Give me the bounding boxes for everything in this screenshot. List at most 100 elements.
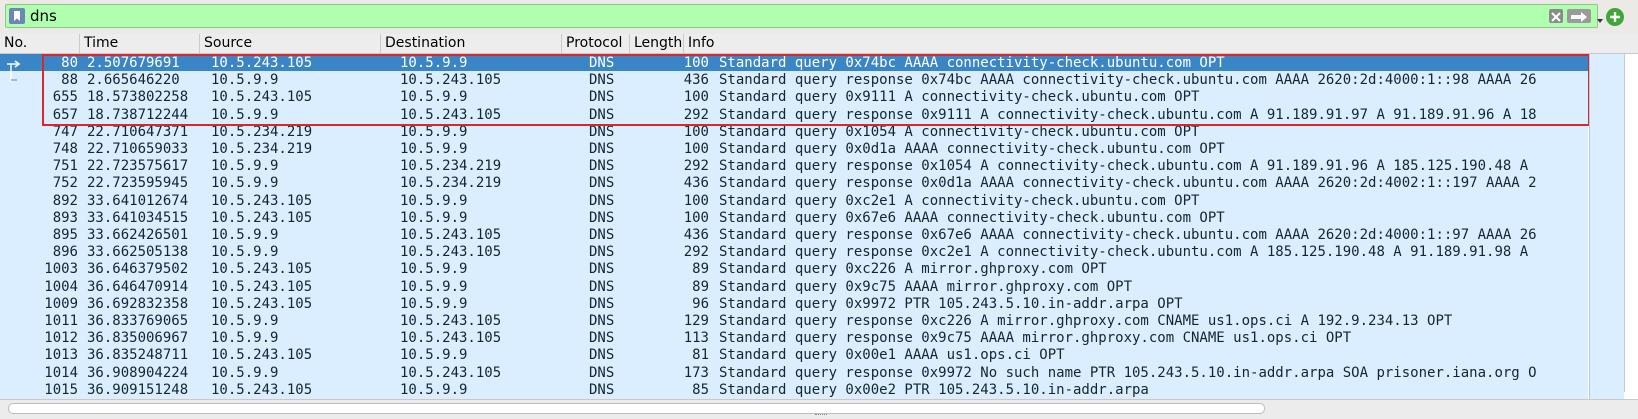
packet-cell-len: 100 bbox=[683, 192, 709, 209]
horizontal-scrollbar-thumb[interactable] bbox=[8, 403, 1265, 414]
packet-row[interactable]: 892 33.641012674 10.5.243.105 10.5.9.9 DNS 10… bbox=[0, 191, 1588, 210]
packet-row[interactable]: 80 2.507679691 10.5.243.105 10.5.9.9 DNS 100 S… bbox=[0, 54, 1588, 72]
column-header-source[interactable]: Source bbox=[200, 34, 381, 53]
packet-row[interactable]: 1012 36.835006967 10.5.9.9 10.5.243.105 DNS 1… bbox=[0, 329, 1588, 348]
packet-list: 80 2.507679691 10.5.243.105 10.5.9.9 DNS 100 S… bbox=[0, 54, 1588, 399]
column-header-length[interactable]: Length bbox=[630, 34, 684, 53]
packet-row[interactable]: 747 22.710647371 10.5.234.219 10.5.9.9 DNS 10… bbox=[0, 122, 1588, 141]
column-header-protocol[interactable]: Protocol bbox=[562, 34, 630, 53]
packet-cell-no: 1003 bbox=[44, 261, 78, 278]
packet-cell-src: 10.5.9.9 bbox=[211, 313, 279, 329]
vertical-scrollbar[interactable] bbox=[1624, 54, 1637, 392]
packet-cell-time: 36.909151248 bbox=[87, 381, 189, 398]
packet-cell-time: 36.835248711 bbox=[87, 347, 189, 364]
packet-cell-info: Standard query response 0xc226 A mirror.… bbox=[719, 313, 1453, 329]
packet-cell-src: 10.5.9.9 bbox=[211, 158, 279, 175]
packet-cell-src: 10.5.9.9 bbox=[211, 364, 279, 381]
packet-cell-time: 2.507679691 bbox=[87, 55, 180, 71]
packet-cell-dst: 10.5.9.9 bbox=[400, 123, 468, 140]
packet-row[interactable]: 1015 36.909151248 10.5.243.105 10.5.9.9 DNS 8… bbox=[0, 380, 1588, 399]
packet-cell-len: 96 bbox=[692, 295, 709, 312]
packet-cell-len: 292 bbox=[683, 244, 709, 261]
packet-cell-dst: 10.5.9.9 bbox=[400, 192, 468, 209]
packet-cell-len: 100 bbox=[683, 141, 709, 157]
packet-cell-proto: DNS bbox=[589, 278, 615, 295]
packet-row[interactable]: 748 22.710659033 10.5.234.219 10.5.9.9 DNS 10… bbox=[0, 140, 1588, 158]
clear-icon[interactable] bbox=[1549, 9, 1563, 23]
packet-cell-no: 1009 bbox=[44, 295, 78, 312]
pane-resize-grip[interactable] bbox=[815, 414, 827, 418]
packet-cell-src: 10.5.9.9 bbox=[211, 227, 279, 243]
display-filter-field[interactable] bbox=[5, 4, 1603, 28]
packet-cell-src: 10.5.243.105 bbox=[211, 89, 313, 106]
packet-row[interactable]: 1003 36.646379502 10.5.243.105 10.5.9.9 DNS 8… bbox=[0, 260, 1588, 279]
packet-cell-proto: DNS bbox=[589, 209, 615, 226]
packet-row[interactable]: 751 22.723575617 10.5.9.9 10.5.234.219 DNS 29… bbox=[0, 157, 1588, 176]
plus-icon[interactable] bbox=[1606, 8, 1624, 26]
packet-row[interactable]: 1009 36.692832358 10.5.243.105 10.5.9.9 DNS 9… bbox=[0, 294, 1588, 313]
packet-cell-no: 747 bbox=[52, 123, 78, 140]
packet-row[interactable]: 657 18.738712244 10.5.9.9 10.5.243.105 DNS 29… bbox=[0, 105, 1588, 124]
packet-cell-time: 36.692832358 bbox=[87, 295, 189, 312]
packet-cell-len: 173 bbox=[683, 364, 709, 381]
packet-cell-len: 436 bbox=[683, 227, 709, 243]
packet-row[interactable]: 655 18.573802258 10.5.243.105 10.5.9.9 DNS 10… bbox=[0, 88, 1588, 107]
packet-row[interactable]: 752 22.723595945 10.5.9.9 10.5.234.219 DNS 43… bbox=[0, 174, 1588, 193]
packet-cell-no: 896 bbox=[52, 244, 78, 261]
display-filter-input[interactable] bbox=[30, 7, 1530, 25]
packet-row[interactable]: 896 33.662505138 10.5.9.9 10.5.243.105 DNS 29… bbox=[0, 243, 1588, 262]
packet-cell-len: 292 bbox=[683, 158, 709, 175]
packet-cell-proto: DNS bbox=[589, 55, 615, 71]
packet-cell-time: 36.835006967 bbox=[87, 330, 189, 347]
packet-cell-info: Standard query response 0x67e6 AAAA conn… bbox=[719, 227, 1537, 243]
packet-cell-src: 10.5.243.105 bbox=[211, 192, 313, 209]
packet-cell-info: Standard query 0x9972 PTR 105.243.5.10.i… bbox=[719, 295, 1183, 312]
packet-row[interactable]: 1013 36.835248711 10.5.243.105 10.5.9.9 DNS 8… bbox=[0, 346, 1588, 365]
packet-row[interactable]: 895 33.662426501 10.5.9.9 10.5.243.105 DNS 43… bbox=[0, 226, 1588, 244]
packet-cell-src: 10.5.243.105 bbox=[211, 381, 313, 398]
column-header-no[interactable]: No. bbox=[0, 34, 80, 53]
packet-cell-len: 89 bbox=[692, 261, 709, 278]
packet-row[interactable]: 88 2.665646220 10.5.9.9 10.5.243.105 DNS 436 S… bbox=[0, 71, 1588, 90]
packet-cell-len: 129 bbox=[683, 313, 709, 329]
packet-cell-time: 18.738712244 bbox=[87, 106, 189, 123]
packet-cell-len: 100 bbox=[683, 123, 709, 140]
column-header-destination[interactable]: Destination bbox=[381, 34, 562, 53]
packet-cell-info: Standard query 0x0d1a AAAA connectivity-… bbox=[719, 141, 1225, 157]
packet-cell-info: Standard query 0x9c75 AAAA mirror.ghprox… bbox=[719, 278, 1133, 295]
packet-cell-proto: DNS bbox=[589, 381, 615, 398]
packet-cell-time: 22.723575617 bbox=[87, 158, 189, 175]
bookmark-icon[interactable] bbox=[9, 8, 25, 24]
packet-row[interactable]: 1014 36.908904224 10.5.9.9 10.5.243.105 DNS 1… bbox=[0, 363, 1588, 382]
packet-cell-proto: DNS bbox=[589, 192, 615, 209]
column-header-info[interactable]: Info bbox=[684, 34, 1638, 53]
packet-row[interactable]: 893 33.641034515 10.5.243.105 10.5.9.9 DNS 10… bbox=[0, 208, 1588, 227]
packet-cell-no: 1004 bbox=[44, 278, 78, 295]
packet-cell-src: 10.5.243.105 bbox=[211, 295, 313, 312]
chevron-down-icon[interactable] bbox=[1595, 11, 1605, 23]
packet-cell-dst: 10.5.243.105 bbox=[400, 106, 502, 123]
packet-cell-no: 893 bbox=[52, 209, 78, 226]
packet-cell-time: 33.662505138 bbox=[87, 244, 189, 261]
packet-cell-len: 436 bbox=[683, 72, 709, 89]
packet-cell-proto: DNS bbox=[589, 347, 615, 364]
packet-cell-proto: DNS bbox=[589, 141, 615, 157]
packet-cell-len: 113 bbox=[683, 330, 709, 347]
column-header-time[interactable]: Time bbox=[80, 34, 200, 53]
packet-cell-dst: 10.5.9.9 bbox=[400, 209, 468, 226]
packet-cell-info: Standard query 0xc226 A mirror.ghproxy.c… bbox=[719, 261, 1107, 278]
packet-cell-info: Standard query response 0xc2e1 A connect… bbox=[719, 244, 1529, 261]
packet-cell-proto: DNS bbox=[589, 72, 615, 89]
arrow-right-icon[interactable] bbox=[1567, 9, 1591, 23]
packet-cell-time: 36.646470914 bbox=[87, 278, 189, 295]
packet-row[interactable]: 1011 36.833769065 10.5.9.9 10.5.243.105 DNS 1… bbox=[0, 312, 1588, 330]
packet-cell-no: 748 bbox=[52, 141, 78, 157]
packet-row[interactable]: 1004 36.646470914 10.5.243.105 10.5.9.9 DNS 8… bbox=[0, 277, 1588, 296]
packet-cell-src: 10.5.243.105 bbox=[211, 55, 313, 71]
packet-cell-proto: DNS bbox=[589, 244, 615, 261]
packet-cell-no: 752 bbox=[52, 175, 78, 192]
packet-list-header: No. Time Source Destination Protocol Len… bbox=[0, 34, 1638, 54]
packet-cell-len: 100 bbox=[683, 209, 709, 226]
packet-cell-proto: DNS bbox=[589, 123, 615, 140]
packet-minimap[interactable] bbox=[1589, 54, 1624, 399]
